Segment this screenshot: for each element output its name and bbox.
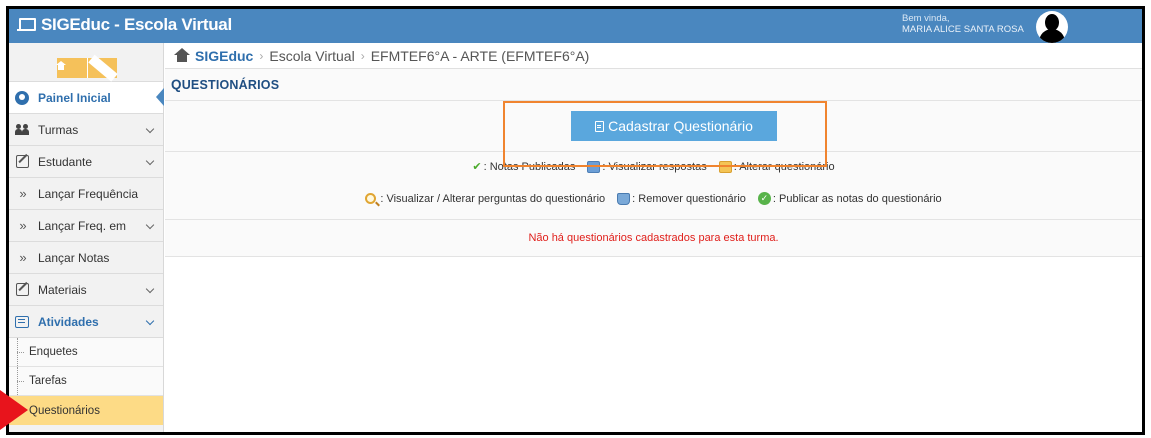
welcome-text: Bem vinda, — [902, 13, 950, 24]
legend-item: : Alterar questionário — [718, 160, 835, 173]
legend-item: : Remover questionário — [617, 192, 746, 205]
breadcrumb: SIGEduc › Escola Virtual › EFMTEF6°A - A… — [165, 43, 1142, 69]
document-icon — [595, 120, 605, 132]
button-label: Cadastrar Questionário — [608, 118, 753, 134]
breadcrumb-separator: › — [360, 48, 365, 63]
breadcrumb-separator: › — [259, 48, 264, 63]
sidebar-item-painel-inicial[interactable]: Painel Inicial — [9, 82, 164, 114]
sidebar-item-atividades[interactable]: Atividades — [9, 306, 163, 338]
cadastrar-questionario-button[interactable]: Cadastrar Questionário — [571, 111, 777, 141]
chevron-down-icon — [145, 124, 155, 134]
view-answers-icon — [587, 160, 601, 173]
chevron-down-icon — [145, 156, 155, 166]
dashboard-icon — [15, 90, 29, 105]
users-icon — [15, 123, 29, 136]
app-window: SIGEduc - Escola Virtual Bem vinda, MARI… — [6, 6, 1145, 435]
sidebar-item-label: Turmas — [38, 122, 79, 137]
page-title: Q UESTIONÁRIOS — [165, 69, 1142, 101]
home-icon[interactable] — [174, 47, 190, 62]
pencil-icon — [87, 54, 117, 82]
legend-item: ✓ : Publicar as notas do questionário — [757, 192, 942, 205]
sidebar-item-label: Lançar Freq. em — [38, 218, 127, 233]
edit-icon — [15, 283, 29, 296]
publish-icon: ✓ — [757, 192, 771, 205]
user-info: Bem vinda, MARIA ALICE SANTA ROSA — [902, 13, 1024, 35]
main-content: SIGEduc › Escola Virtual › EFMTEF6°A - A… — [165, 43, 1142, 432]
trash-icon — [617, 192, 631, 205]
action-row: Cadastrar Questionário — [165, 101, 1142, 152]
sidebar-subitem-enquetes[interactable]: Enquetes — [9, 338, 163, 367]
laptop-icon — [17, 18, 36, 32]
home-button[interactable] — [56, 58, 87, 78]
sidebar-item-label: Materiais — [38, 282, 87, 297]
sidebar-item-estudante[interactable]: Estudante — [9, 146, 163, 178]
sidebar-item-label: Atividades — [38, 314, 99, 329]
list-icon — [15, 315, 29, 328]
empty-state-message: Não há questionários cadastrados para es… — [165, 220, 1142, 257]
sidebar-item-lancar-freq-em[interactable]: » Lançar Freq. em — [9, 210, 163, 242]
sidebar-item-label: Lançar Frequência — [38, 186, 139, 201]
avatar[interactable] — [1036, 11, 1068, 43]
legend-item: : Visualizar respostas — [587, 160, 707, 173]
check-icon: ✔ — [472, 161, 482, 173]
edit-icon — [15, 155, 29, 168]
quick-actions — [9, 43, 163, 82]
sidebar-item-lancar-frequencia[interactable]: » Lançar Frequência — [9, 178, 163, 210]
breadcrumb-level1[interactable]: Escola Virtual — [269, 48, 354, 64]
sidebar-subitem-label: Tarefas — [29, 375, 67, 387]
legend: ✔ : Notas Publicadas : Visualizar respos… — [165, 152, 1142, 220]
magnifier-icon — [365, 193, 377, 204]
sidebar-item-label: Lançar Notas — [38, 250, 110, 265]
sidebar-item-materiais[interactable]: Materiais — [9, 274, 163, 306]
sidebar-item-lancar-notas[interactable]: » Lançar Notas — [9, 242, 163, 274]
sidebar-item-label: Painel Inicial — [38, 90, 111, 105]
legend-item: : Visualizar / Alterar perguntas do ques… — [365, 193, 605, 205]
sidebar-subitem-label: Questionários — [29, 404, 100, 417]
user-name: MARIA ALICE SANTA ROSA — [902, 24, 1024, 35]
legend-item: ✔ : Notas Publicadas — [472, 160, 576, 174]
sidebar-subitem-label: Enquetes — [29, 346, 78, 358]
edit-button[interactable] — [86, 54, 118, 82]
sidebar-subitem-questionarios[interactable]: Questionários — [9, 396, 163, 425]
breadcrumb-root[interactable]: SIGEduc — [195, 48, 253, 64]
double-chevron-icon: » — [19, 250, 26, 265]
double-chevron-icon: » — [19, 218, 26, 233]
sidebar-item-label: Estudante — [38, 154, 93, 169]
edit-questionnaire-icon — [718, 160, 732, 173]
sidebar: Painel Inicial Turmas Estudante » Lançar… — [9, 43, 164, 432]
brand[interactable]: SIGEduc - Escola Virtual — [17, 15, 232, 35]
sidebar-subitem-tarefas[interactable]: Tarefas — [9, 367, 163, 396]
top-bar: SIGEduc - Escola Virtual Bem vinda, MARI… — [9, 9, 1142, 43]
pointer-arrow-icon — [0, 390, 28, 430]
chevron-down-icon — [145, 316, 155, 326]
breadcrumb-level2: EFMTEF6°A - ARTE (EFMTEF6°A) — [370, 47, 590, 64]
chevron-down-icon — [145, 284, 155, 294]
home-icon — [56, 60, 87, 72]
brand-title: SIGEduc - Escola Virtual — [41, 15, 232, 34]
double-chevron-icon: » — [19, 186, 26, 201]
chevron-down-icon — [145, 220, 155, 230]
sidebar-item-turmas[interactable]: Turmas — [9, 114, 163, 146]
